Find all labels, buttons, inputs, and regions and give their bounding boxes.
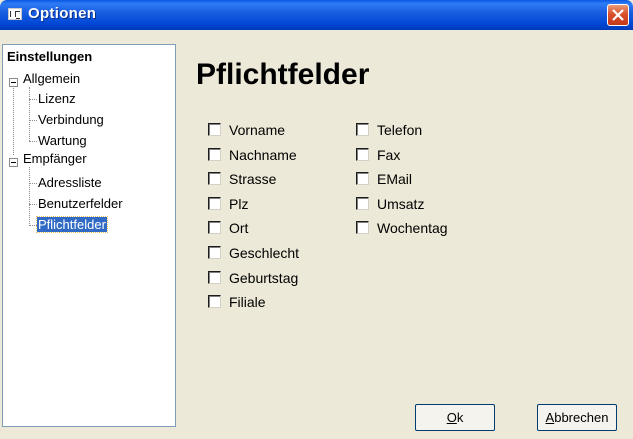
checkbox-box[interactable]: [208, 246, 221, 259]
checkbox-box[interactable]: [356, 172, 369, 186]
window-icon: [8, 8, 22, 20]
collapse-empfaenger-icon[interactable]: [9, 158, 18, 167]
checkbox-label: Strasse: [229, 171, 277, 188]
checkbox-box[interactable]: [208, 123, 221, 136]
checkbox-box[interactable]: [356, 147, 369, 161]
cancel-hotkey: A: [545, 410, 555, 425]
checkbox-label: Wochentag: [377, 220, 448, 237]
tree-item-wartung[interactable]: Wartung: [37, 133, 88, 148]
checkbox-box[interactable]: [356, 221, 369, 235]
checkbox-box[interactable]: [208, 295, 221, 309]
checkbox-label: Umsatz: [377, 195, 425, 212]
checkbox-box[interactable]: [208, 270, 221, 284]
page-title: Pflichtfelder: [196, 58, 370, 91]
checkbox-label: Geburtstag: [229, 269, 299, 286]
settings-tree[interactable]: Einstellungen Allgemein Lizenz Verbindun…: [2, 44, 176, 427]
checkbox-label: Ort: [229, 220, 249, 237]
close-icon: [612, 9, 624, 21]
tree-item-allgemein[interactable]: Allgemein: [22, 71, 81, 86]
tree-item-pflichtfelder[interactable]: Pflichtfelder: [36, 216, 108, 233]
checkbox-label: Geschlecht: [229, 245, 300, 261]
checkbox-box[interactable]: [208, 147, 221, 161]
tree-root-label[interactable]: Einstellungen: [6, 49, 93, 64]
collapse-allgemein-icon[interactable]: [9, 78, 18, 87]
checkbox-label: Vorname: [229, 122, 286, 138]
checkbox-box[interactable]: [356, 123, 369, 136]
checkbox-box[interactable]: [356, 196, 369, 210]
tree-item-verbindung[interactable]: Verbindung: [37, 112, 105, 127]
ok-label-rest: k: [456, 410, 464, 425]
tree-item-lizenz[interactable]: Lizenz: [37, 91, 77, 106]
cancel-button[interactable]: Abbrechen: [537, 404, 617, 431]
window-title: Optionen: [28, 5, 97, 22]
checkbox-label: Fax: [377, 146, 401, 163]
checkbox-label: Telefon: [377, 122, 423, 138]
cancel-label-rest: bbrechen: [554, 410, 609, 425]
tree-item-benutzerfelder[interactable]: Benutzerfelder: [37, 196, 124, 211]
checkbox-box[interactable]: [208, 221, 221, 235]
close-button[interactable]: [607, 4, 629, 26]
checkbox-label: Filiale: [229, 294, 266, 311]
title-bar[interactable]: Optionen: [0, 0, 633, 30]
tree-item-adressliste[interactable]: Adressliste: [37, 175, 103, 190]
checkbox-label: Nachname: [229, 146, 297, 163]
ok-hotkey: O: [446, 410, 457, 425]
tree-item-empfaenger[interactable]: Empfänger: [22, 151, 88, 166]
checkbox-label: EMail: [377, 171, 413, 188]
checkbox-box[interactable]: [208, 196, 221, 210]
ok-button[interactable]: Ok: [415, 404, 495, 431]
checkbox-box[interactable]: [208, 172, 221, 186]
checkbox-label: Plz: [229, 195, 249, 212]
